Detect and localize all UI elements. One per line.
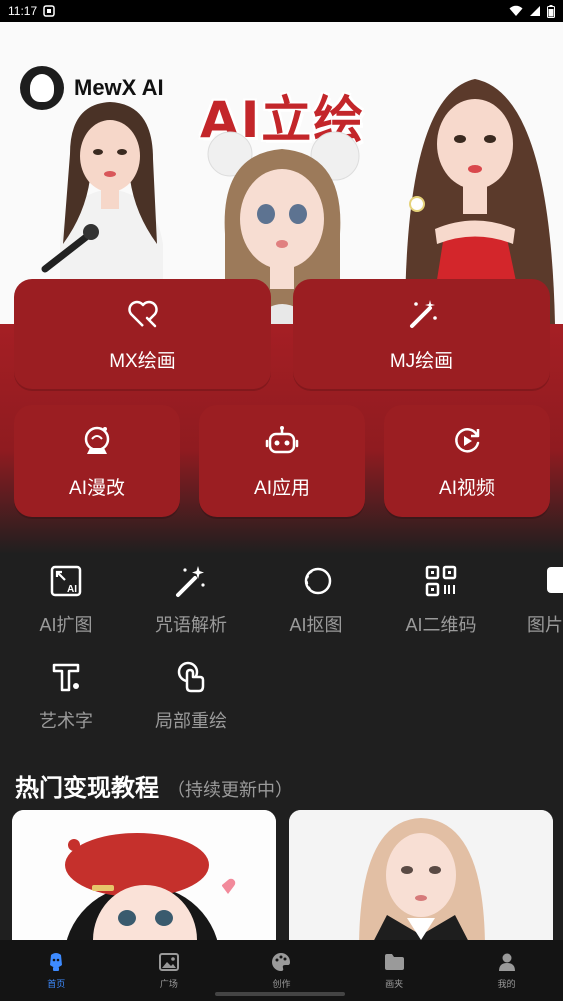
tutorial-card-2[interactable] [289,810,553,950]
palette-icon [272,953,291,971]
tool-image[interactable]: 图片 [511,563,563,637]
app-logo: MewX AI [20,66,164,110]
gallery-icon [158,953,179,971]
tool-prompt-analysis-label: 咒语解析 [155,615,227,635]
video-refresh-icon [455,427,480,452]
heart-brush-icon [127,300,158,327]
ai-app-card[interactable]: AI应用 [199,405,365,517]
tool-partial-repaint[interactable]: 局部重绘 [136,659,246,733]
notification-icon [43,5,55,17]
tool-ai-cutout[interactable]: AI抠图 [261,563,371,637]
tool-partial-repaint-label: 局部重绘 [155,711,227,731]
tab-create-label: 创作 [272,979,291,989]
touch-repaint-icon [177,661,205,693]
mx-painting-card[interactable]: MX绘画 [14,279,271,389]
tab-folder[interactable]: 画夹 [338,940,451,1001]
status-time: 11:17 [8,4,38,18]
folder-icon [385,954,405,970]
ai-comic-card[interactable]: AI漫改 [14,405,180,517]
art-text-icon [52,663,80,692]
crystal-ball-icon [84,426,110,454]
magic-wand-icon [409,299,437,328]
home-indicator [215,992,345,996]
tab-mine[interactable]: 我的 [450,940,563,1001]
tool-art-text[interactable]: 艺术字 [11,659,121,733]
tab-square[interactable]: 广场 [113,940,226,1001]
mj-painting-card[interactable]: MJ绘画 [293,279,550,389]
qr-code-icon [425,565,457,597]
user-icon [498,953,515,971]
mx-painting-label: MX绘画 [109,350,176,372]
tab-square-label: 广场 [159,979,178,989]
home-icon [50,953,63,971]
tab-folder-label: 画夹 [385,979,404,989]
robot-icon [265,425,299,453]
app-name: MewX AI [74,75,164,100]
tool-ai-cutout-label: AI抠图 [289,615,343,635]
ai-app-label: AI应用 [254,477,310,499]
svg-text:AI: AI [67,584,77,595]
expand-image-icon: AI [50,565,82,597]
section-header: 热门变现教程 （持续更新中） [15,768,293,803]
tutorial-thumbnail-girl-blonde-image [289,810,553,950]
tutorial-thumbnail-girl-beret-image [12,810,276,950]
tab-mine-label: 我的 [497,979,516,989]
tool-ai-expand-label: AI扩图 [39,615,93,635]
cutout-icon [304,567,332,595]
signal-icon [530,6,540,16]
tab-home[interactable]: 首页 [0,940,113,1001]
tool-art-text-label: 艺术字 [39,711,93,731]
ai-comic-label: AI漫改 [69,477,125,499]
image-icon [547,567,563,593]
section-title: 热门变现教程 [15,775,159,802]
mj-painting-label: MJ绘画 [389,350,454,372]
ai-video-card[interactable]: AI视频 [384,405,550,517]
cat-logo-icon [20,66,64,110]
tool-ai-qrcode-label: AI二维码 [405,615,477,635]
tab-home-label: 首页 [47,979,66,989]
battery-icon [547,4,555,18]
tool-ai-expand[interactable]: AI AI扩图 [11,563,121,637]
tool-image-label: 图片 [527,615,563,635]
wifi-icon [509,5,523,16]
tool-prompt-analysis[interactable]: 咒语解析 [136,563,246,637]
tool-ai-qrcode[interactable]: AI二维码 [386,563,496,637]
tutorial-card-1[interactable] [12,810,276,950]
section-subtitle: （持续更新中） [167,780,293,800]
ai-video-label: AI视频 [439,477,495,499]
status-bar: 11:17 [0,0,563,22]
sparkle-wand-icon [176,566,205,597]
